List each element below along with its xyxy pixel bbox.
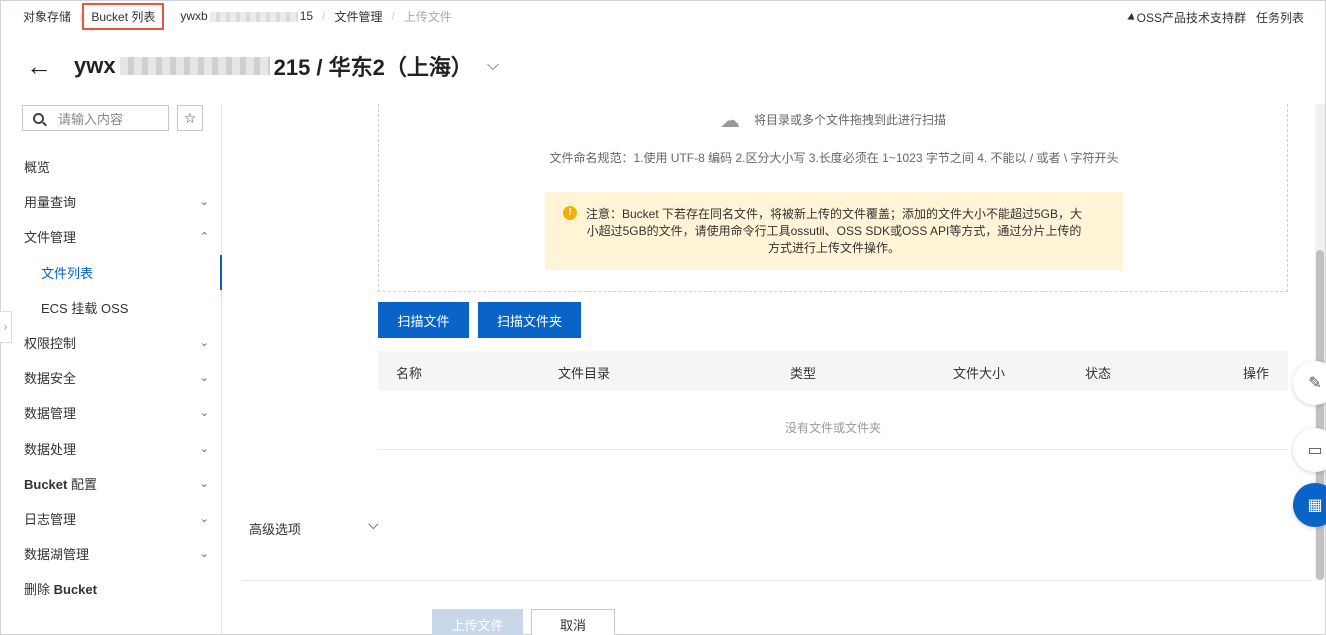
column-header-type: 类型 (790, 366, 817, 381)
page-header: ← ywx 215 / 华东2（上海） ⌵ (26, 48, 499, 84)
sidebar-collapse-handle[interactable]: › (0, 311, 12, 343)
sidebar-item-usage[interactable]: 用量查询 ⌄ (0, 184, 222, 219)
sidebar-item-access-control[interactable]: 权限控制 ⌄ (0, 325, 222, 360)
chevron-down-icon: ⌄ (199, 512, 209, 525)
naming-rule-text: 文件命名规范：1.使用 UTF-8 编码 2.区分大小写 3.长度必须在 1~1… (549, 151, 1119, 165)
table-header: 名称 文件目录 类型 文件大小 状态 操作 (378, 351, 1288, 391)
chevron-down-icon: ⌄ (199, 196, 209, 209)
support-link[interactable]: OSS产品技术支持群 (1126, 9, 1246, 26)
chevron-down-icon: ⌄ (199, 477, 209, 490)
chevron-up-icon: ⌃ (199, 231, 209, 244)
scan-file-button[interactable]: 扫描文件 (378, 302, 469, 338)
sidebar-item-delete-bucket[interactable]: 删除 Bucket (0, 571, 222, 606)
sidebar-search-input[interactable]: 请输入内容 (22, 105, 169, 131)
chevron-down-icon: ⌄ (199, 548, 209, 561)
column-header-directory: 文件目录 (558, 366, 611, 381)
region-dropdown-chevron-icon[interactable]: ⌵ (487, 57, 499, 75)
sidebar-nav: 概览 用量查询 ⌄ 文件管理 ⌃ 文件列表 ECS 挂载 OSS 权限控制 ⌄ 数据安… (0, 149, 222, 606)
breadcrumb-separator: / (391, 9, 395, 23)
upload-dropzone[interactable]: ☁ 将目录或多个文件拖拽到此进行扫描 文件命名规范：1.使用 UTF-8 编码 2… (378, 104, 1288, 292)
sidebar: 请输入内容 ☆ 概览 用量查询 ⌄ 文件管理 ⌃ 文件列表 ECS 挂载 OSS 权… (0, 104, 222, 635)
footer-divider (242, 580, 1312, 581)
warning-icon: ! (563, 206, 577, 220)
sidebar-item-file-list[interactable]: 文件列表 (0, 254, 222, 290)
scan-folder-button[interactable]: 扫描文件夹 (478, 302, 581, 338)
redacted-text (209, 11, 298, 22)
chevron-down-icon: ⌄ (199, 372, 209, 385)
chevron-down-icon: ⌄ (199, 407, 209, 420)
breadcrumb-file-mgmt[interactable]: 文件管理 (334, 8, 382, 25)
cloud-upload-icon: ☁ (719, 110, 740, 132)
drop-hint: ☁ 将目录或多个文件拖拽到此进行扫描 (719, 110, 946, 132)
column-header-size: 文件大小 (953, 366, 1006, 381)
sidebar-item-file-mgmt[interactable]: 文件管理 ⌃ (0, 219, 222, 254)
top-right-links: OSS产品技术支持群 任务列表 (1126, 9, 1304, 26)
redacted-text (119, 57, 270, 75)
breadcrumb: 对象存储 / Bucket 列表 ywxb 15 / 文件管理 / 上传文件 (23, 2, 452, 30)
sidebar-item-data-security[interactable]: 数据安全 ⌄ (0, 360, 222, 395)
chevron-down-icon: ⌄ (199, 337, 209, 350)
sidebar-item-log-mgmt[interactable]: 日志管理 ⌄ (0, 501, 222, 536)
sidebar-item-overview[interactable]: 概览 (0, 149, 222, 184)
back-arrow-icon[interactable]: ← (26, 53, 52, 79)
cursor-flag-icon (1126, 13, 1137, 23)
overwrite-notice: ! 注意：Bucket 下若存在同名文件，将被新上传的文件覆盖；添加的文件大小不… (545, 192, 1123, 270)
task-list-link[interactable]: 任务列表 (1256, 9, 1304, 26)
upload-file-button[interactable]: 上传文件 (432, 609, 523, 635)
cancel-button[interactable]: 取消 (531, 609, 615, 635)
advanced-options-label[interactable]: 高级选项 (249, 519, 301, 538)
favorite-star-button[interactable]: ☆ (177, 105, 203, 131)
scrollbar-thumb[interactable] (1316, 250, 1324, 580)
chevron-down-icon: ⌄ (199, 442, 209, 455)
sidebar-item-bucket-config[interactable]: Bucket 配置 ⌄ (0, 466, 222, 501)
search-icon (33, 112, 44, 124)
breadcrumb-root[interactable]: 对象存储 (23, 8, 71, 25)
breadcrumb-bucket-list[interactable]: Bucket 列表 (82, 2, 165, 30)
breadcrumb-bucket[interactable]: ywxb 15 (180, 9, 313, 23)
table-empty-state: 没有文件或文件夹 (378, 391, 1288, 450)
sidebar-item-ecs-mount[interactable]: ECS 挂载 OSS (0, 290, 222, 325)
sidebar-item-data-mgmt[interactable]: 数据管理 ⌄ (0, 395, 222, 430)
breadcrumb-separator: / (322, 9, 326, 23)
sidebar-item-data-lake[interactable]: 数据湖管理 ⌄ (0, 536, 222, 571)
column-header-name: 名称 (396, 366, 423, 381)
column-header-actions: 操作 (1243, 366, 1270, 381)
chevron-down-icon[interactable]: ⌵ (368, 516, 379, 533)
sidebar-item-data-processing[interactable]: 数据处理 ⌄ (0, 431, 222, 466)
page-title: ywx 215 / 华东2（上海） ⌵ (74, 53, 500, 80)
breadcrumb-current: 上传文件 (403, 9, 452, 24)
search-placeholder: 请输入内容 (58, 111, 124, 127)
column-header-status: 状态 (1085, 366, 1112, 381)
